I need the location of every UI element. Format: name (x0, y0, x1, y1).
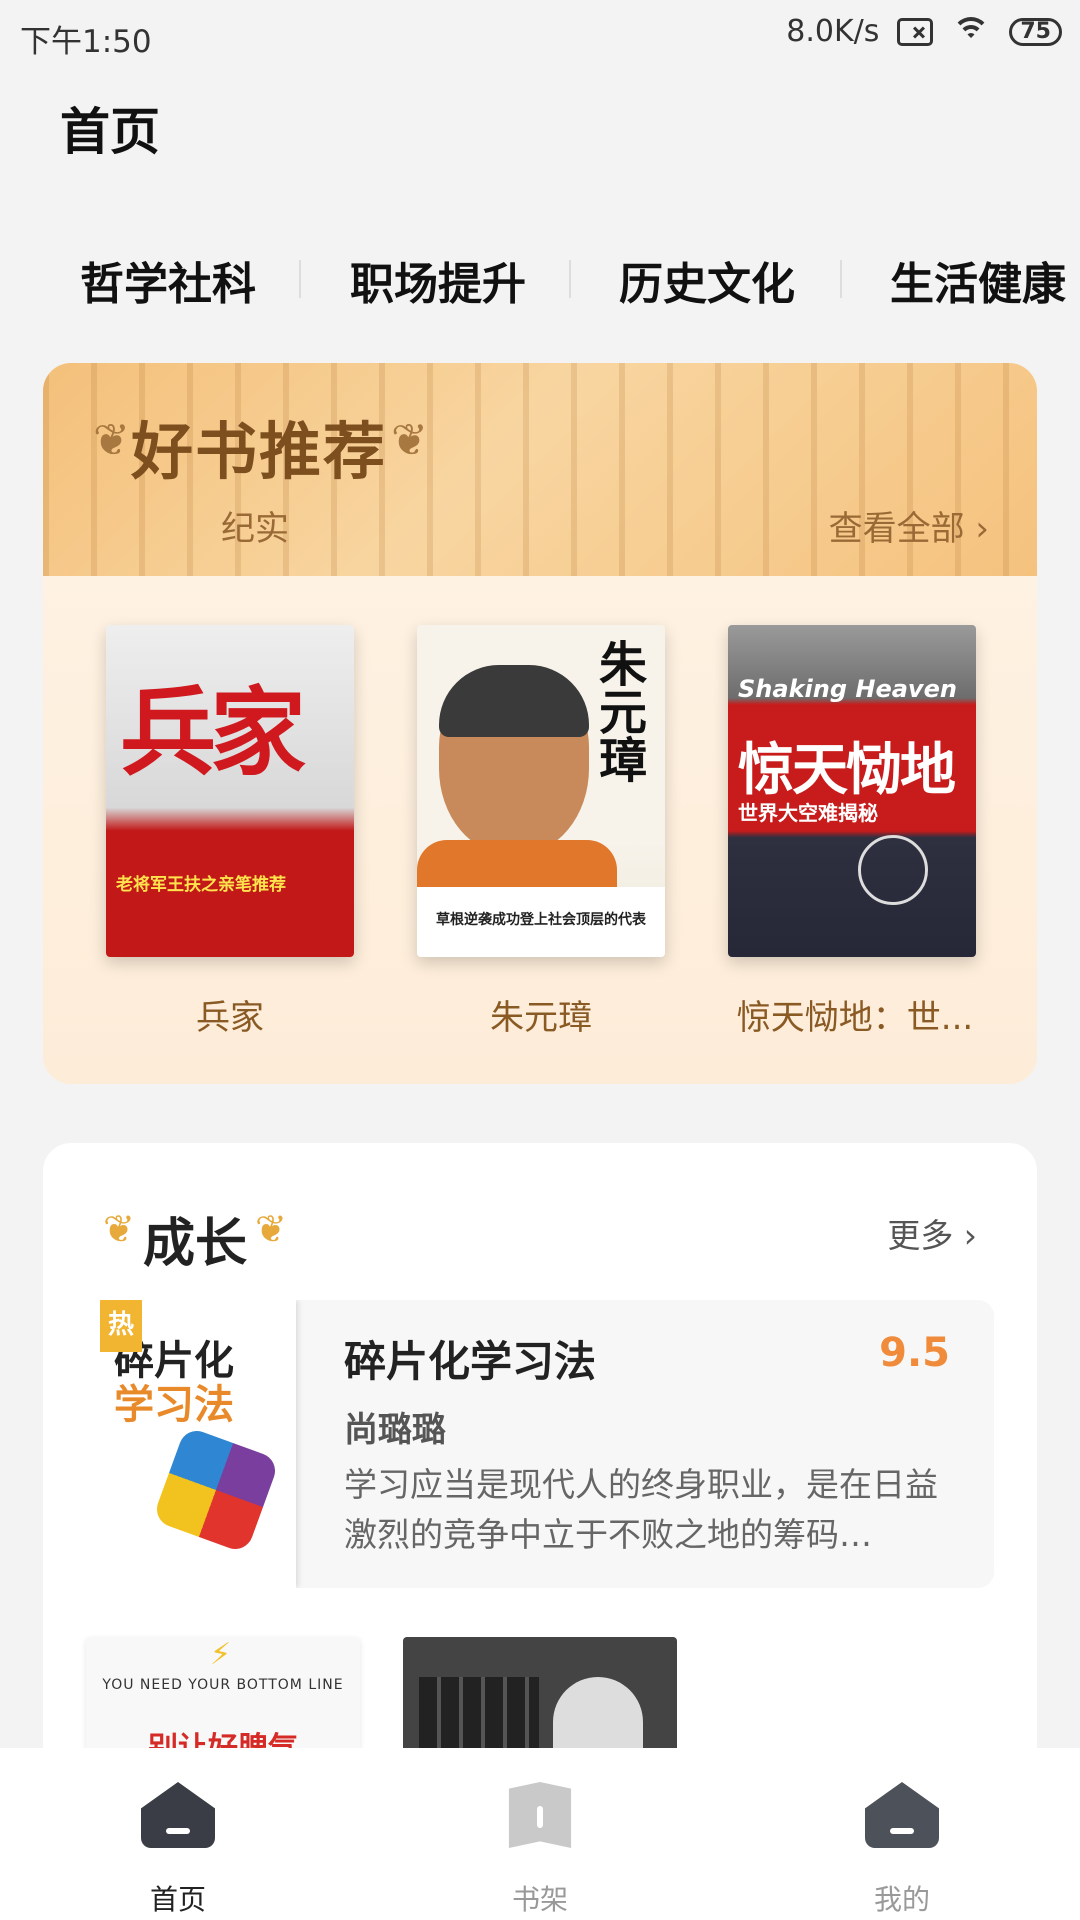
category-divider (569, 260, 571, 298)
cover-english-title: YOU NEED YOUR BOTTOM LINE (102, 1677, 344, 1693)
hot-badge: 热 (100, 1300, 142, 1352)
category-tab-history[interactable]: 历史文化 (619, 248, 795, 312)
nav-label: 我的 (873, 1883, 930, 1916)
book-description: 学习应当是现代人的终身职业，是在日益激烈的竞争中立于不败之地的筹码… (344, 1465, 938, 1554)
cover-title-line2: 学习法 (114, 1382, 234, 1428)
page-title: 首页 (60, 103, 160, 161)
section-title: 成长 (143, 1214, 248, 1274)
recommend-header: ❦ 好书推荐 ❦ 纪实 查看全部 › (43, 363, 1037, 576)
view-all-link[interactable]: 查看全部 › (829, 501, 989, 550)
status-bar: 下午1:50 8.0K/s 75 (0, 0, 1080, 72)
no-sim-icon (897, 17, 934, 46)
portrait-robe (417, 840, 617, 890)
category-divider (840, 260, 842, 298)
book-author: 尚璐璐 (344, 1410, 446, 1450)
status-icons: 8.0K/s 75 (786, 14, 1062, 49)
portrait-hat (439, 665, 589, 737)
nav-profile[interactable]: 我的 (802, 1748, 1002, 1920)
laurel-left-icon: ❦ (93, 415, 130, 466)
book-title[interactable]: 朱元璋 (417, 990, 665, 1039)
cover-band: 老将军王扶之亲笔推荐 (116, 875, 286, 895)
category-tab-career[interactable]: 职场提升 (350, 248, 526, 312)
nav-label: 首页 (149, 1883, 206, 1916)
status-time: 下午1:50 (20, 24, 152, 60)
book-title[interactable]: 兵家 (106, 990, 354, 1039)
book-cover-zhuyuanzhang[interactable]: 朱元璋 草根逆袭成功登上社会顶层的代表 (417, 625, 665, 957)
laurel-right-icon: ❦ (391, 415, 428, 466)
book-score: 9.5 (879, 1330, 950, 1376)
book-title[interactable]: 惊天恸地：世... (728, 990, 982, 1039)
laurel-right-icon: ❦ (255, 1207, 287, 1251)
network-speed: 8.0K/s (786, 14, 880, 49)
cover-title: 兵家 (120, 676, 306, 789)
nav-label: 书架 (511, 1883, 568, 1916)
book-cover-bingjia[interactable]: 兵家 老将军王扶之亲笔推荐 (106, 625, 354, 957)
category-divider (299, 260, 301, 298)
category-tab-health[interactable]: 生活健康 (890, 248, 1066, 312)
cover-band: 世界大空难揭秘 (738, 801, 878, 825)
lightning-icon: ⚡ (210, 1637, 232, 1672)
bottom-nav: 首页 书架 我的 (0, 1748, 1080, 1920)
home-icon (141, 1782, 215, 1848)
featured-book-card[interactable]: 碎片化 学习法 热 碎片化学习法 9.5 尚璐璐 学习应当是现代人的终身职业，是… (86, 1300, 994, 1588)
battery-icon: 75 (1009, 17, 1062, 46)
featured-book-cover[interactable]: 碎片化 学习法 热 (86, 1300, 296, 1588)
laurel-left-icon: ❦ (103, 1207, 135, 1251)
airplane-badge-icon (858, 835, 928, 905)
category-tab-philosophy[interactable]: 哲学社科 (80, 248, 256, 312)
recommend-title: 好书推荐 (131, 415, 388, 488)
profile-icon (865, 1782, 939, 1848)
nav-home[interactable]: 首页 (78, 1748, 278, 1920)
category-tabs: 哲学社科 职场提升 历史文化 生活健康 (0, 248, 1080, 312)
cover-title: 惊天恸地 (738, 738, 956, 803)
cover-english-title: Shaking Heaven (738, 675, 957, 703)
bookshelf-icon (508, 1782, 572, 1848)
nav-bookshelf[interactable]: 书架 (440, 1748, 640, 1920)
book-cover-jingtiandongdi[interactable]: Shaking Heaven 惊天恸地 世界大空难揭秘 (728, 625, 976, 957)
book-name: 碎片化学习法 (344, 1337, 597, 1386)
puzzle-icon (151, 1425, 281, 1555)
wifi-icon (951, 15, 991, 49)
more-link[interactable]: 更多 › (887, 1209, 977, 1257)
growth-section: ❦ 成长 ❦ 更多 › 碎片化 学习法 热 碎片化学习法 9.5 尚璐璐 学习应… (43, 1143, 1037, 1783)
cover-title: 朱元璋 (590, 639, 646, 783)
cover-band: 草根逆袭成功登上社会顶层的代表 (417, 887, 665, 957)
recommend-subtitle: 纪实 (221, 509, 289, 549)
